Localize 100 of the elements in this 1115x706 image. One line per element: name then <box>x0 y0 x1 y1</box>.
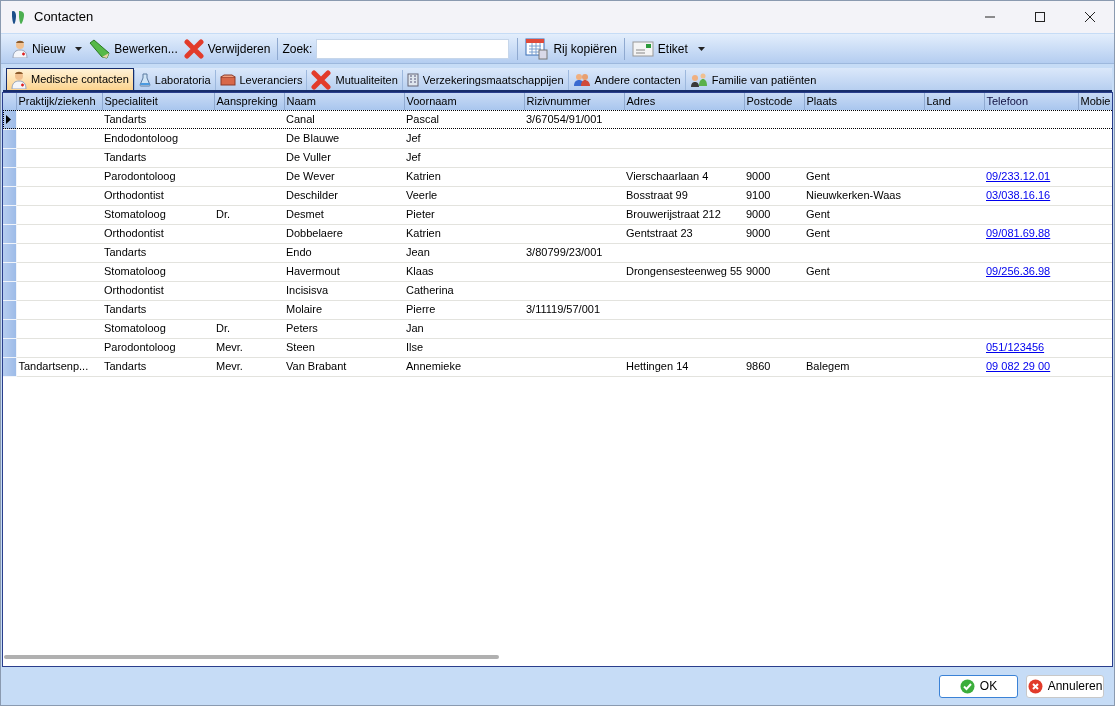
table-cell: 3/67054/91/001 <box>524 110 624 129</box>
flask-icon <box>138 73 151 87</box>
table-cell: Veerle <box>404 186 524 205</box>
table-cell: Tandarts <box>102 110 214 129</box>
table-cell: Katrien <box>404 224 524 243</box>
table-cell: Drongensesteenweg 55 <box>624 262 744 281</box>
column-header[interactable]: Specialiteit <box>102 93 214 110</box>
toolbar-button[interactable]: Bewerken... <box>85 35 181 62</box>
table-cell: Canal <box>284 110 404 129</box>
toolbar-button[interactable]: Rij kopiëren <box>522 35 620 62</box>
table-cell: Stomatoloog <box>102 262 214 281</box>
column-header[interactable]: Plaats <box>804 93 924 110</box>
cancel-icon <box>1027 678 1043 694</box>
table-cell: Katrien <box>404 167 524 186</box>
table-cell: Parodontoloog <box>102 167 214 186</box>
column-header[interactable]: Mobie <box>1078 93 1112 110</box>
table-cell: Orthodontist <box>102 186 214 205</box>
table-cell: Pieter <box>404 205 524 224</box>
window-title: Contacten <box>34 8 94 27</box>
tab[interactable]: Medische contacten <box>6 68 134 90</box>
table-cell: Tandarts <box>102 148 214 167</box>
toolbar-button[interactable]: Verwijderen <box>180 35 274 62</box>
table-cell: 9100 <box>744 186 804 205</box>
toolbar-button[interactable]: Etiket <box>628 35 708 62</box>
tab[interactable]: Andere contacten <box>567 70 685 90</box>
table-cell: Annemieke <box>404 357 524 376</box>
table-cell: Mevr. <box>214 357 284 376</box>
caret-icon <box>697 46 705 51</box>
toolbar-button[interactable]: Nieuw <box>9 35 86 62</box>
table-cell: Mevr. <box>214 338 284 357</box>
table-cell: Jef <box>404 129 524 148</box>
phone-link[interactable]: 09/233.12.01 <box>984 167 1078 186</box>
tab[interactable]: Laboratoria <box>133 70 215 90</box>
current-row-icon <box>6 114 11 124</box>
table-cell: Tandarts <box>102 300 214 319</box>
table-cell: Vierschaarlaan 4 <box>624 167 744 186</box>
table-cell: Catherina <box>404 281 524 300</box>
table-cell: Havermout <box>284 262 404 281</box>
table-cell: Klaas <box>404 262 524 281</box>
search-label: Zoek: <box>282 40 313 58</box>
tab[interactable]: Leveranciers <box>214 70 307 90</box>
table-cell: Gent <box>804 167 924 186</box>
column-header[interactable]: Aanspreking <box>214 93 284 110</box>
table-cell: Brouwerijstraat 212 <box>624 205 744 224</box>
table-cell: Van Brabant <box>284 357 404 376</box>
tab[interactable]: Familie van patiënten <box>684 70 821 90</box>
table-cell: Molaire <box>284 300 404 319</box>
table-cell: Orthodontist <box>102 281 214 300</box>
calendar-icon <box>525 37 550 60</box>
check-icon <box>959 678 975 694</box>
table-cell: Jef <box>404 148 524 167</box>
tab[interactable]: Verzekeringsmaatschappijen <box>401 70 568 90</box>
dialog-button[interactable]: OK <box>939 674 1018 698</box>
column-header[interactable]: Telefoon <box>984 93 1078 110</box>
table-cell: Ilse <box>404 338 524 357</box>
table-cell: Dobbelaere <box>284 224 404 243</box>
table-cell: Dr. <box>214 205 284 224</box>
table-cell: Endodontoloog <box>102 129 214 148</box>
envelope-icon <box>631 40 654 57</box>
family-icon <box>689 73 708 87</box>
table-cell: Gent <box>804 262 924 281</box>
row-header[interactable] <box>3 110 16 129</box>
table-cell: 9000 <box>744 205 804 224</box>
table-cell: Hettingen 14 <box>624 357 744 376</box>
column-header[interactable]: Naam <box>284 93 404 110</box>
tab[interactable]: Mutualiteiten <box>306 70 402 90</box>
column-header[interactable]: Land <box>924 93 984 110</box>
search-field[interactable] <box>316 38 510 59</box>
phone-link[interactable]: 09/081.69.88 <box>984 224 1078 243</box>
phone-link[interactable]: 03/038.16.16 <box>984 186 1078 205</box>
table-cell: Deschilder <box>284 186 404 205</box>
column-header[interactable]: Voornaam <box>404 93 524 110</box>
table-cell: Gent <box>804 205 924 224</box>
column-header[interactable]: Praktijk/ziekenh <box>16 93 102 110</box>
table-cell: Gent <box>804 224 924 243</box>
column-header[interactable]: Adres <box>624 93 744 110</box>
table-cell: Steen <box>284 338 404 357</box>
table-cell: 9000 <box>744 224 804 243</box>
table-cell: Balegem <box>804 357 924 376</box>
maximize-icon[interactable] <box>1034 11 1046 23</box>
table-cell: Jan <box>404 319 524 338</box>
dialog-button[interactable]: Annuleren <box>1026 674 1104 698</box>
table-cell: 9000 <box>744 167 804 186</box>
table-cell: 3/11119/57/001 <box>524 300 624 319</box>
table-cell: Stomatoloog <box>102 319 214 338</box>
column-header[interactable]: Rizivnummer <box>524 93 624 110</box>
table-cell: Orthodontist <box>102 224 214 243</box>
phone-link[interactable]: 09/256.36.98 <box>984 262 1078 281</box>
phone-link[interactable]: 051/123456 <box>984 338 1078 357</box>
table-cell: Tandarts <box>102 357 214 376</box>
horizontal-scrollbar[interactable] <box>4 655 499 659</box>
table-cell: 9860 <box>744 357 804 376</box>
column-header[interactable]: Postcode <box>744 93 804 110</box>
table-cell: Bosstraat 99 <box>624 186 744 205</box>
table-cell: Tandartsenp... <box>16 357 102 376</box>
phone-link[interactable]: 09 082 29 00 <box>984 357 1078 376</box>
close-icon[interactable] <box>1084 11 1096 23</box>
table-cell: Tandarts <box>102 243 214 262</box>
person-icon <box>11 70 27 89</box>
table-cell: Parodontoloog <box>102 338 214 357</box>
